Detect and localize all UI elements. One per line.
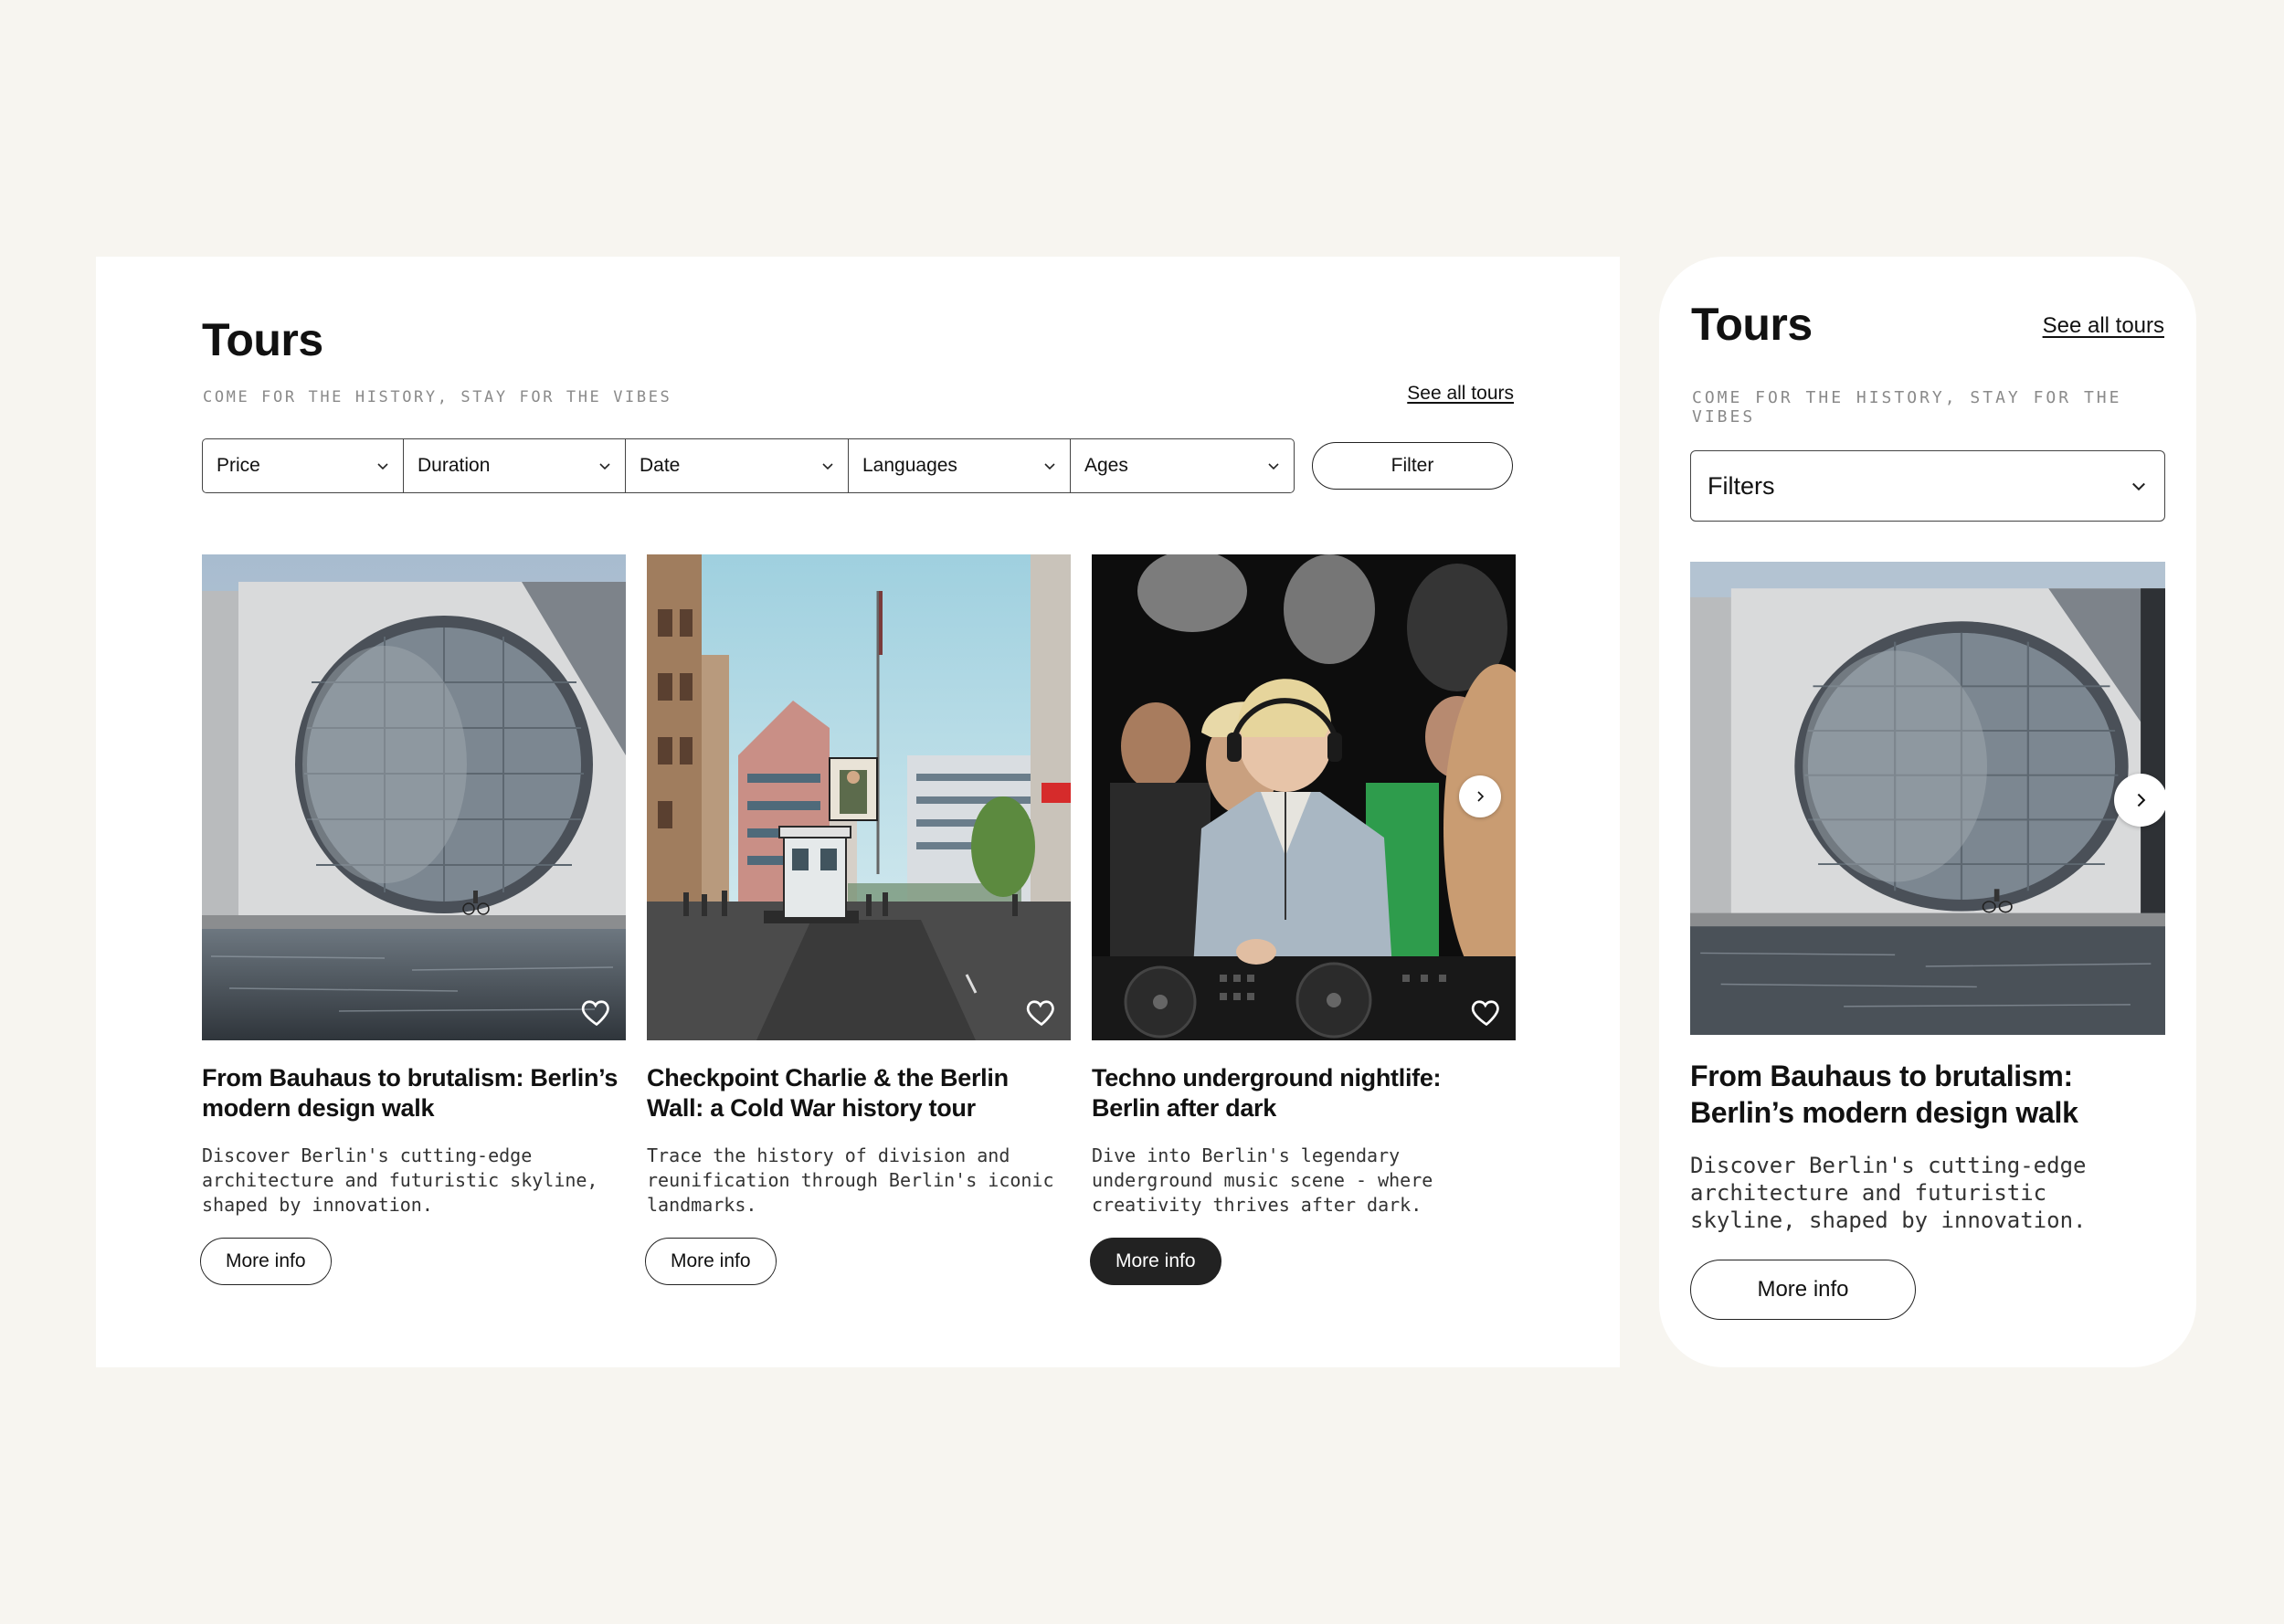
desktop-tours-panel: Tours COME FOR THE HISTORY, STAY FOR THE…: [96, 257, 1620, 1367]
chevron-down-icon: [822, 463, 833, 470]
carousel-next-button[interactable]: [1459, 775, 1501, 817]
filter-button[interactable]: Filter: [1312, 442, 1513, 490]
heart-outline-icon[interactable]: [580, 997, 613, 1028]
tour-description: Trace the history of division and reunif…: [647, 1144, 1054, 1216]
see-all-tours-link[interactable]: See all tours: [1407, 383, 1514, 405]
tagline: COME FOR THE HISTORY, STAY FOR THE VIBES: [1692, 388, 2122, 427]
filter-bar: Price Duration Date Languages Ages: [202, 438, 1295, 493]
chevron-right-icon: [2137, 793, 2146, 807]
more-info-button[interactable]: More info: [1690, 1260, 1916, 1320]
tour-image[interactable]: [1092, 554, 1516, 1040]
filter-label: Price: [217, 455, 260, 476]
chevron-down-icon: [377, 463, 388, 470]
tour-title: From Bauhaus to brutalism: Berlin’s mode…: [1690, 1060, 2078, 1129]
tour-card: Checkpoint Charlie & the Berlin Wall: a …: [645, 554, 1071, 1285]
chevron-down-icon: [1268, 463, 1279, 470]
tour-title: Techno underground nightlife: Berlin aft…: [1092, 1064, 1442, 1122]
tour-image[interactable]: [1690, 562, 2165, 1035]
chevron-right-icon: [1477, 791, 1485, 802]
filter-label: Ages: [1084, 455, 1128, 476]
filters-dropdown[interactable]: Filters: [1690, 450, 2165, 522]
nightlife-photo: [1092, 554, 1516, 1040]
filter-price-dropdown[interactable]: Price: [203, 439, 403, 492]
filter-duration-dropdown[interactable]: Duration: [403, 439, 625, 492]
chevron-down-icon: [599, 463, 610, 470]
architecture-photo: [202, 554, 626, 1040]
more-info-button[interactable]: More info: [645, 1238, 777, 1285]
tagline: COME FOR THE HISTORY, STAY FOR THE VIBES: [203, 388, 672, 406]
filter-label: Languages: [862, 455, 957, 476]
carousel-next-button[interactable]: [2114, 774, 2165, 827]
filter-ages-dropdown[interactable]: Ages: [1070, 439, 1294, 492]
tour-description: Discover Berlin's cutting-edge architect…: [202, 1144, 598, 1216]
tour-title: Checkpoint Charlie & the Berlin Wall: a …: [647, 1064, 1009, 1122]
tour-card: From Bauhaus to brutalism: Berlin’s mode…: [200, 554, 626, 1285]
tour-image[interactable]: [202, 554, 626, 1040]
page-title: Tours: [1691, 299, 1813, 350]
tour-card: Techno underground nightlife: Berlin aft…: [1090, 554, 1516, 1285]
filter-languages-dropdown[interactable]: Languages: [848, 439, 1070, 492]
heart-outline-icon[interactable]: [1025, 997, 1058, 1028]
filter-label: Duration: [418, 455, 491, 476]
mobile-tours-panel: Tours See all tours COME FOR THE HISTORY…: [1659, 257, 2196, 1367]
heart-outline-icon[interactable]: [1470, 997, 1503, 1028]
filter-label: Date: [640, 455, 681, 476]
tour-description: Dive into Berlin's legendary underground…: [1092, 1144, 1433, 1216]
chevron-down-icon: [1044, 463, 1055, 470]
tour-description: Discover Berlin's cutting-edge architect…: [1690, 1153, 2087, 1233]
checkpoint-photo: [647, 554, 1071, 1040]
page-title: Tours: [202, 314, 323, 365]
filter-date-dropdown[interactable]: Date: [625, 439, 848, 492]
architecture-photo: [1690, 562, 2165, 1035]
more-info-button[interactable]: More info: [1090, 1238, 1221, 1285]
tour-title: From Bauhaus to brutalism: Berlin’s mode…: [202, 1064, 619, 1122]
tour-card: From Bauhaus to brutalism: Berlin’s mode…: [1690, 562, 2165, 1320]
more-info-button[interactable]: More info: [200, 1238, 332, 1285]
see-all-tours-link[interactable]: See all tours: [2043, 313, 2164, 339]
tour-image[interactable]: [647, 554, 1071, 1040]
filters-label: Filters: [1708, 471, 1775, 500]
chevron-down-icon: [2132, 482, 2145, 491]
